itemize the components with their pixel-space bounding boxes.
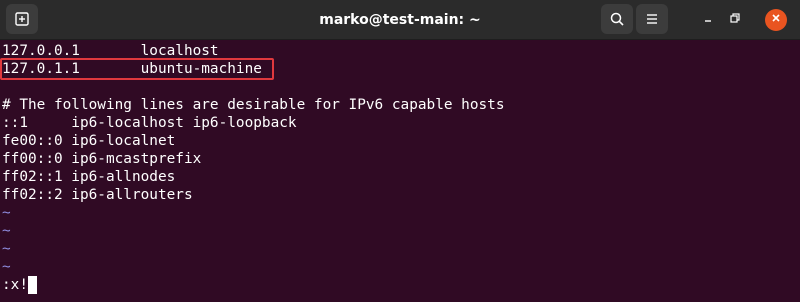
empty-buffer-line: ~ [2,223,11,239]
hamburger-menu-icon [645,13,659,25]
hosts-line-ip6-allrouters: ff02::2 ip6-allrouters [2,187,193,203]
new-tab-icon [14,11,30,27]
highlight-box [0,58,274,80]
hosts-line-ip6-localnet: fe00::0 ip6-localnet [2,133,176,149]
terminal-output[interactable]: 127.0.0.1 localhost 127.0.1.1 ubuntu-mac… [0,40,800,302]
title-bar: marko@test-main: ~ [0,0,800,40]
window-title: marko@test-main: ~ [319,12,481,28]
search-button[interactable] [601,4,633,34]
hosts-line-ip6-localhost: ::1 ip6-localhost ip6-loopback [2,115,297,131]
hosts-line-ip6-mcastprefix: ff00::0 ip6-mcastprefix [2,151,202,167]
empty-buffer-line: ~ [2,205,11,221]
terminal-window: marko@test-main: ~ 127.0.0.1 localhost 1… [0,0,800,302]
close-button[interactable] [765,9,787,31]
hosts-comment-line: # The following lines are desirable for … [2,97,505,113]
empty-buffer-line: ~ [2,241,11,257]
vim-command-line[interactable]: :x! [2,276,28,294]
maximize-icon [729,11,741,29]
close-icon [770,11,782,29]
empty-buffer-line: ~ [2,259,11,275]
hosts-line-ip6-allnodes: ff02::1 ip6-allnodes [2,169,176,185]
menu-button[interactable] [636,4,668,34]
new-tab-button[interactable] [6,4,38,34]
minimize-button[interactable] [697,9,719,31]
maximize-button[interactable] [724,9,746,31]
text-cursor [28,276,37,294]
minimize-icon [702,11,714,29]
search-icon [609,11,625,27]
